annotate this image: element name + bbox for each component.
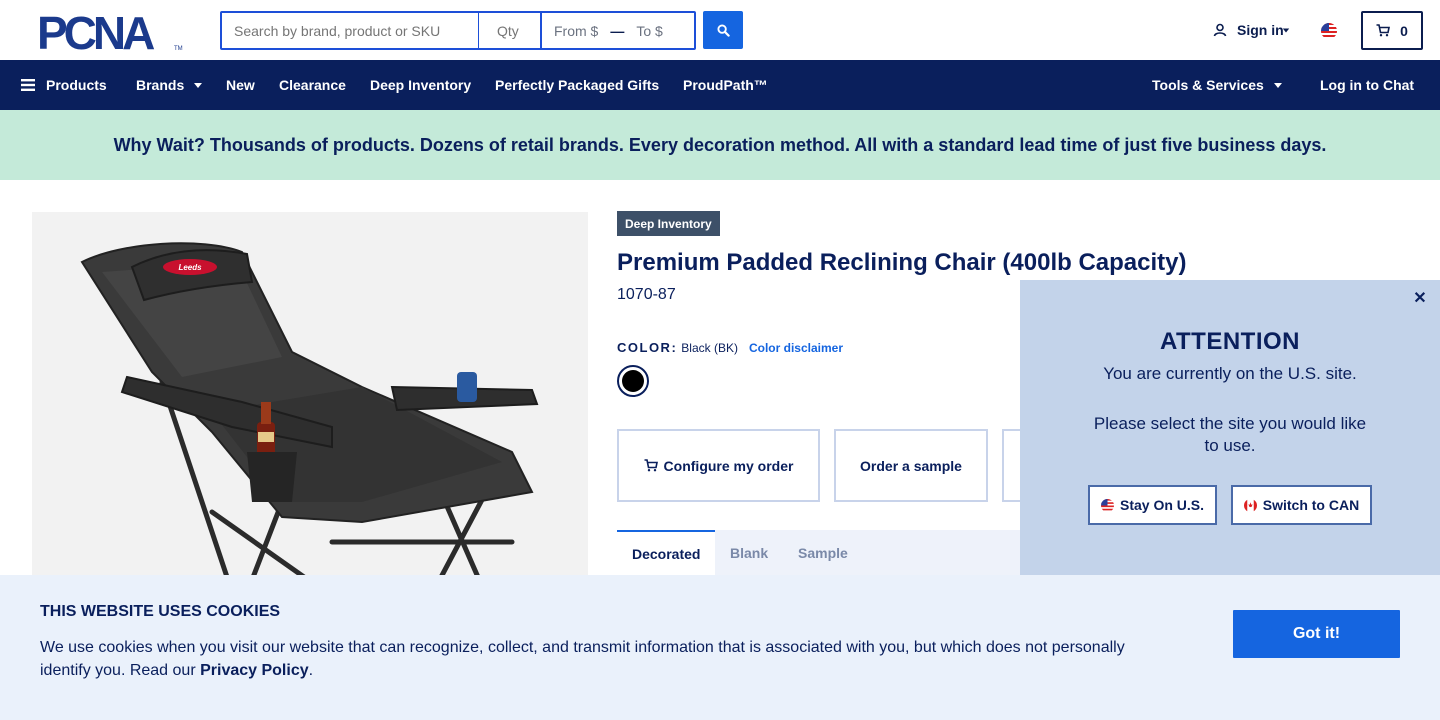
sign-in-label: Sign in — [1237, 22, 1284, 38]
switch-can-button[interactable]: Switch to CAN — [1231, 485, 1372, 525]
nav-deep-inventory[interactable]: Deep Inventory — [370, 60, 471, 110]
svg-text:TM: TM — [174, 46, 183, 52]
nav-clearance[interactable]: Clearance — [279, 60, 346, 110]
nav-new[interactable]: New — [226, 60, 255, 110]
nav-tools-label: Tools & Services — [1152, 77, 1264, 93]
site-selector-modal: ✕ ATTENTION You are currently on the U.S… — [1020, 280, 1440, 576]
product-title: Premium Padded Reclining Chair (400lb Ca… — [617, 249, 1187, 276]
nav-brands[interactable]: Brands — [136, 60, 203, 110]
order-sample-button[interactable]: Order a sample — [834, 429, 988, 502]
promo-banner: Why Wait? Thousands of products. Dozens … — [0, 110, 1440, 180]
nav-gifts[interactable]: Perfectly Packaged Gifts — [495, 60, 659, 110]
nav-chat[interactable]: Log in to Chat — [1320, 60, 1414, 110]
nav-proudpath[interactable]: ProudPath™ — [683, 60, 768, 110]
switch-can-label: Switch to CAN — [1262, 497, 1360, 513]
cart-button[interactable]: 0 — [1361, 11, 1423, 50]
swatch-fill — [622, 370, 644, 392]
price-range: From $ — To $ — [540, 13, 694, 48]
configure-order-button[interactable]: Configure my order — [617, 429, 820, 502]
search-bar: From $ — To $ — [220, 11, 696, 50]
stay-us-label: Stay On U.S. — [1119, 497, 1205, 513]
privacy-policy-link[interactable]: Privacy Policy — [200, 662, 309, 679]
color-value: Black (BK) — [681, 341, 738, 355]
nav-products-label: Products — [46, 77, 107, 93]
search-input[interactable] — [222, 13, 478, 48]
cart-icon — [644, 459, 658, 472]
color-swatch-black[interactable] — [617, 365, 649, 397]
tab-blank[interactable]: Blank — [730, 530, 768, 576]
svg-text:Leeds: Leeds — [178, 263, 202, 272]
promo-banner-text: Why Wait? Thousands of products. Dozens … — [113, 134, 1327, 155]
menu-icon — [21, 79, 35, 91]
product-sku: 1070-87 — [617, 286, 676, 303]
search-icon — [716, 23, 730, 37]
cookie-text: We use cookies when you visit our websit… — [40, 636, 1150, 682]
cookie-title: THIS WEBSITE USES COOKIES — [40, 603, 281, 620]
cookie-accept-button[interactable]: Got it! — [1233, 610, 1400, 658]
order-sample-label: Order a sample — [860, 457, 962, 474]
reclining-chair-image: Leeds — [80, 242, 539, 632]
configure-order-label: Configure my order — [663, 457, 794, 474]
nav-tools[interactable]: Tools & Services — [1152, 60, 1282, 110]
pcna-logo[interactable]: PCNA TM — [37, 12, 187, 52]
price-range-dash: — — [610, 22, 625, 39]
main-nav: Products Brands New Clearance Deep Inven… — [0, 60, 1440, 110]
color-row: COLOR: Black (BK) Color disclaimer — [617, 340, 843, 355]
nav-products[interactable]: Products — [21, 60, 107, 110]
modal-current-site-text: You are currently on the U.S. site. — [1103, 364, 1357, 383]
us-flag-icon — [1100, 498, 1114, 512]
sign-in-button[interactable]: Sign in — [1213, 22, 1290, 38]
svg-text:PCNA: PCNA — [37, 12, 154, 52]
product-image[interactable]: Leeds — [32, 212, 588, 632]
qty-input[interactable] — [478, 13, 540, 48]
cart-count: 0 — [1400, 22, 1408, 39]
search-button[interactable] — [703, 11, 743, 49]
user-icon — [1213, 23, 1227, 37]
canada-flag-icon — [1243, 498, 1257, 512]
color-label: COLOR: — [617, 340, 678, 355]
color-disclaimer-link[interactable]: Color disclaimer — [749, 341, 843, 355]
price-to-input[interactable]: To $ — [636, 23, 662, 39]
close-icon[interactable]: ✕ — [1410, 288, 1430, 308]
cookie-text-end: . — [308, 662, 314, 679]
cookie-banner: THIS WEBSITE USES COOKIES We use cookies… — [0, 575, 1440, 720]
stay-us-button[interactable]: Stay On U.S. — [1088, 485, 1217, 525]
tab-sample[interactable]: Sample — [798, 530, 848, 576]
chevron-down-icon — [1282, 28, 1289, 32]
tab-decorated[interactable]: Decorated — [617, 530, 716, 576]
price-from-input[interactable]: From $ — [554, 23, 598, 39]
deep-inventory-badge: Deep Inventory — [617, 211, 720, 236]
modal-select-site-text: Please select the site you would like to… — [1093, 414, 1367, 455]
us-flag-icon[interactable] — [1321, 23, 1337, 39]
cart-icon — [1376, 24, 1391, 37]
chevron-down-icon — [1273, 82, 1282, 88]
modal-title: ATTENTION — [1159, 328, 1301, 355]
chevron-down-icon — [194, 82, 203, 88]
nav-brands-label: Brands — [136, 77, 185, 93]
site-header: PCNA TM From $ — To $ Sign in 0 — [0, 0, 1440, 60]
